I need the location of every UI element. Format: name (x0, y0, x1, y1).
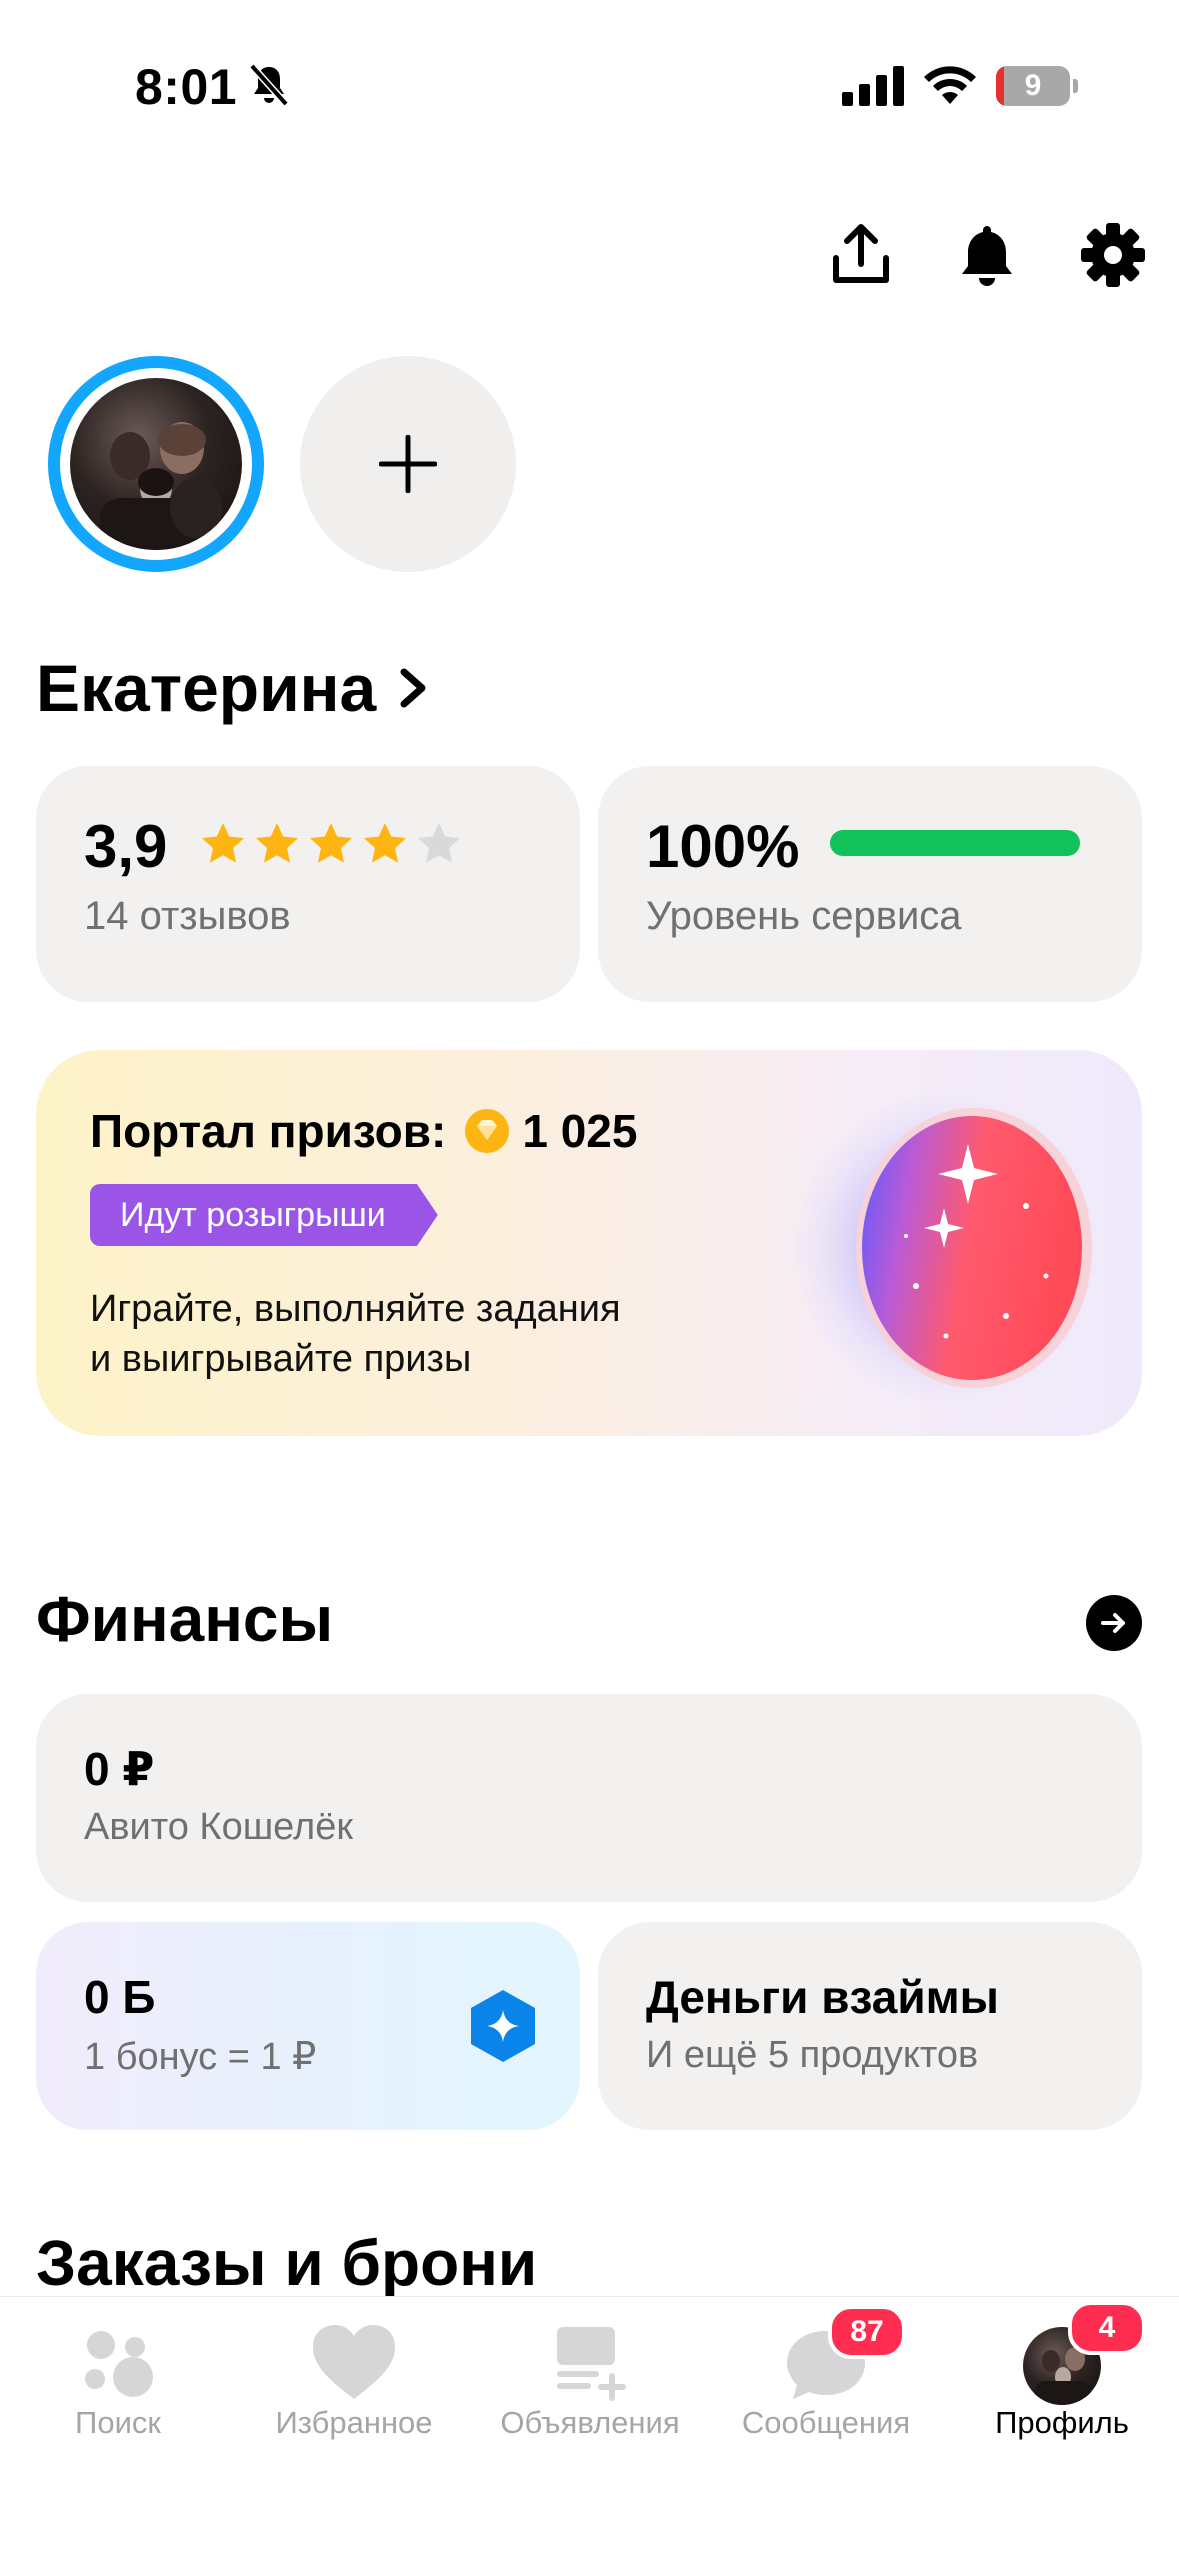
portal-description: Играйте, выполняйте задания и выигрывайт… (90, 1284, 621, 1384)
tab-label-profile: Профиль (995, 2405, 1129, 2440)
tab-favorites[interactable]: Избранное (236, 2297, 472, 2467)
star-filled-icon (364, 823, 406, 863)
service-level-card[interactable]: 100% Уровень сервиса (598, 766, 1142, 1002)
profile-name-link[interactable]: Екатерина (36, 650, 432, 726)
tab-label-favorites: Избранное (275, 2405, 433, 2440)
battery-indicator: 9 (996, 66, 1078, 106)
gem-coin-icon (465, 1109, 510, 1153)
arrow-right-icon (1101, 1613, 1125, 1633)
tab-messages[interactable]: 87 Сообщения (708, 2297, 944, 2467)
ads-icon (557, 2327, 626, 2401)
bonus-rate: 1 бонус = 1 ₽ (84, 2036, 317, 2078)
portal-title-row: Портал призов: 1 025 (90, 1104, 637, 1158)
reviews-count: 14 отзывов (84, 894, 291, 938)
portal-title: Портал призов: (90, 1105, 447, 1157)
cellular-signal-icon (842, 66, 904, 106)
search-dots-icon (85, 2331, 153, 2397)
star-filled-icon (202, 823, 244, 863)
notifications-bell-icon[interactable] (952, 220, 1022, 290)
rating-card[interactable]: 3,9 14 отзывов (36, 766, 580, 1002)
settings-gear-icon[interactable] (1078, 220, 1148, 290)
service-level-value: 100% (646, 813, 800, 880)
profile-name: Екатерина (36, 651, 377, 725)
profile-badge: 4 (1068, 2301, 1146, 2355)
service-level-label: Уровень сервиса (646, 894, 962, 938)
portal-desc-line2: и выигрывайте призы (90, 1338, 472, 1380)
rating-value: 3,9 (84, 813, 168, 880)
portal-desc-line1: Играйте, выполняйте задания (90, 1288, 621, 1330)
tab-ads[interactable]: Объявления (472, 2297, 708, 2467)
heart-icon (313, 2325, 395, 2399)
battery-level: 9 (1024, 69, 1042, 102)
share-icon[interactable] (826, 220, 896, 290)
tab-label-search: Поиск (75, 2405, 161, 2440)
status-bar: 8:01 9 (0, 0, 1179, 170)
chevron-right-icon (400, 668, 426, 708)
bonus-hexagon-icon (471, 1990, 535, 2062)
finances-more-button[interactable] (1086, 1595, 1142, 1651)
wifi-icon (924, 66, 976, 104)
messages-badge: 87 (828, 2305, 906, 2359)
wallet-card[interactable]: 0 ₽ Авито Кошелёк (36, 1694, 1142, 1902)
star-filled-icon (310, 823, 352, 863)
portal-points: 1 025 (522, 1105, 638, 1157)
prize-portal-card[interactable]: Портал призов: 1 025 Идут розыгрыши Игра… (36, 1050, 1142, 1436)
raffles-badge: Идут розыгрыши (90, 1184, 438, 1246)
loan-subtitle: И ещё 5 продуктов (646, 2034, 979, 2076)
status-time: 8:01 (135, 59, 238, 115)
bonus-card[interactable]: 0 Б 1 бонус = 1 ₽ (36, 1922, 580, 2130)
wallet-label: Авито Кошелёк (84, 1806, 353, 1848)
plus-icon (379, 435, 437, 493)
tab-label-messages: Сообщения (741, 2405, 911, 2440)
portal-orb-illustration (796, 1094, 1096, 1402)
tab-profile[interactable]: 4 Профиль (944, 2297, 1179, 2467)
add-account-button[interactable] (300, 356, 516, 572)
loan-title: Деньги взаймы (646, 1971, 999, 2023)
profile-avatar[interactable] (48, 356, 264, 572)
bonus-amount: 0 Б (84, 1971, 156, 2023)
avatar-photo (70, 378, 242, 550)
star-filled-icon (256, 823, 298, 863)
tab-label-ads: Объявления (500, 2405, 680, 2440)
star-empty-icon (418, 823, 460, 863)
wallet-amount: 0 ₽ (84, 1743, 155, 1795)
finances-title: Финансы (36, 1583, 334, 1655)
bottom-tab-bar: Поиск Избранное Объявления 87 Сообщения (0, 2296, 1179, 2556)
service-level-bar (830, 830, 1080, 856)
loan-card[interactable]: Деньги взаймы И ещё 5 продуктов (598, 1922, 1142, 2130)
bell-muted-icon (249, 63, 289, 107)
rating-stars (199, 820, 463, 868)
tab-search[interactable]: Поиск (0, 2297, 236, 2467)
orders-title: Заказы и брони (36, 2227, 538, 2299)
